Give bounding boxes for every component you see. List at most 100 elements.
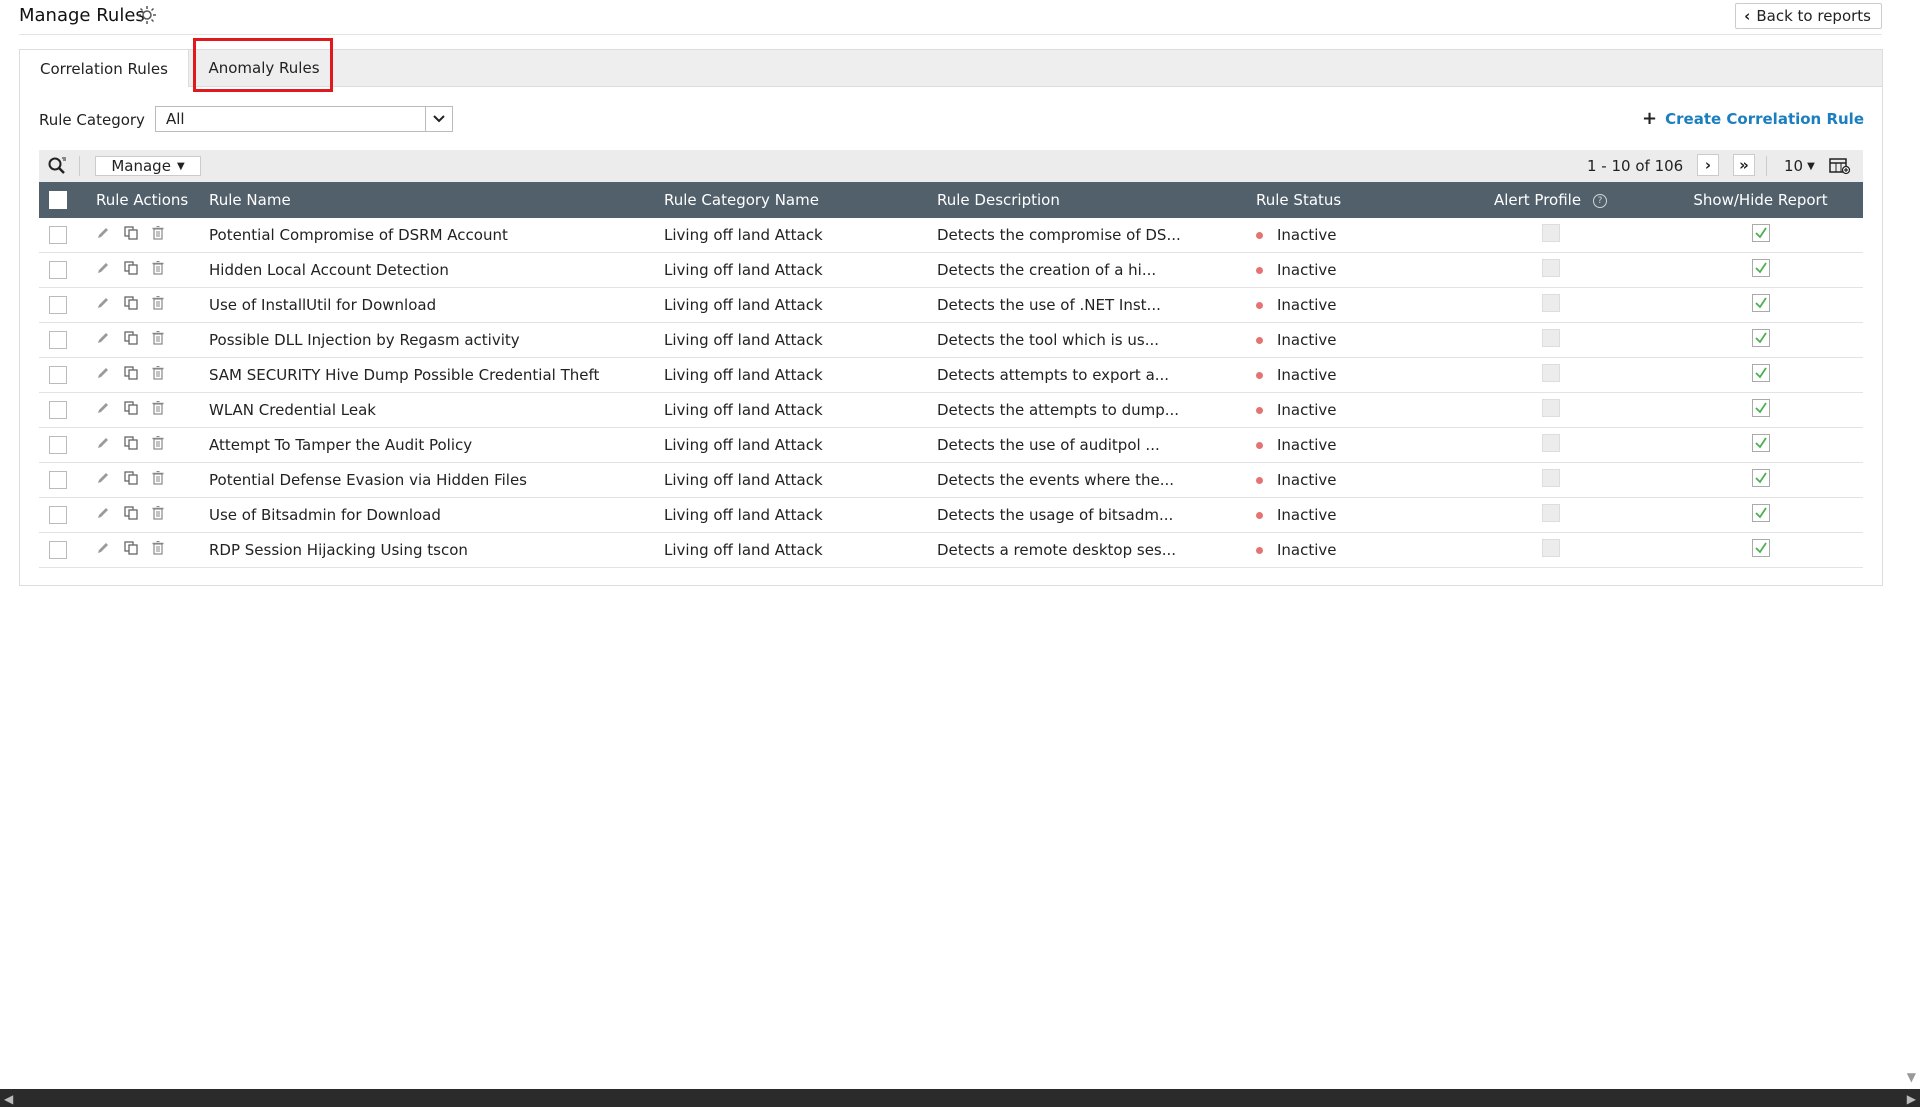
rule-name-cell[interactable]: Use of Bitsadmin for Download (199, 497, 654, 533)
delete-icon[interactable] (152, 401, 164, 415)
copy-icon[interactable] (124, 226, 138, 240)
last-page-button[interactable]: » (1733, 154, 1755, 176)
row-checkbox[interactable] (49, 296, 67, 315)
table-row[interactable]: Possible DLL Injection by Regasm activit… (39, 322, 1863, 358)
show-report-checkbox[interactable] (1751, 329, 1770, 347)
row-actions-cell (86, 322, 199, 358)
rule-name-cell[interactable]: Potential Defense Evasion via Hidden Fil… (199, 462, 654, 498)
row-actions-cell (86, 427, 199, 463)
show-report-checkbox[interactable] (1751, 364, 1770, 382)
show-report-checkbox[interactable] (1751, 294, 1770, 312)
show-report-checkbox[interactable] (1751, 399, 1770, 417)
table-row[interactable]: Potential Defense Evasion via Hidden Fil… (39, 462, 1863, 498)
show-report-checkbox[interactable] (1751, 434, 1770, 452)
col-rule-name[interactable]: Rule Name (199, 182, 654, 218)
delete-icon[interactable] (152, 296, 164, 310)
alert-profile-checkbox (1541, 364, 1560, 382)
copy-icon[interactable] (124, 296, 138, 310)
edit-icon[interactable] (96, 331, 110, 345)
edit-icon[interactable] (96, 506, 110, 520)
edit-icon[interactable] (96, 436, 110, 450)
next-page-button[interactable]: › (1697, 154, 1719, 176)
edit-icon[interactable] (96, 471, 110, 485)
table-row[interactable]: Potential Compromise of DSRM Account Livi… (39, 218, 1863, 253)
select-all-checkbox[interactable] (49, 191, 67, 210)
delete-icon[interactable] (152, 366, 164, 380)
delete-icon[interactable] (152, 226, 164, 240)
rule-name-cell[interactable]: Attempt To Tamper the Audit Policy (199, 427, 654, 463)
tab-correlation-rules[interactable]: Correlation Rules (20, 50, 189, 87)
page-size-dropdown[interactable]: 10 ▼ (1784, 157, 1815, 175)
edit-icon[interactable] (96, 366, 110, 380)
rule-name-cell[interactable]: Possible DLL Injection by Regasm activit… (199, 322, 654, 358)
copy-icon[interactable] (124, 401, 138, 415)
scroll-right-arrow-icon[interactable]: ▶ (1907, 1092, 1916, 1106)
row-select-cell (39, 427, 86, 463)
copy-icon[interactable] (124, 541, 138, 555)
col-rule-category[interactable]: Rule Category Name (654, 182, 927, 218)
copy-icon[interactable] (124, 261, 138, 275)
delete-icon[interactable] (152, 436, 164, 450)
rule-name-cell[interactable]: Use of InstallUtil for Download (199, 287, 654, 323)
show-report-checkbox[interactable] (1751, 259, 1770, 277)
edit-icon[interactable] (96, 541, 110, 555)
table-row[interactable]: Use of InstallUtil for Download Living of… (39, 287, 1863, 323)
edit-icon[interactable] (96, 401, 110, 415)
row-checkbox[interactable] (49, 261, 67, 280)
copy-icon[interactable] (124, 366, 138, 380)
rule-name-cell[interactable]: Potential Compromise of DSRM Account (199, 218, 654, 253)
row-checkbox[interactable] (49, 471, 67, 490)
row-checkbox[interactable] (49, 226, 67, 245)
edit-icon[interactable] (96, 226, 110, 240)
rule-category-select[interactable]: All (155, 106, 453, 132)
edit-icon[interactable] (96, 296, 110, 310)
manage-dropdown[interactable]: Manage ▼ (95, 156, 201, 176)
rule-name-cell[interactable]: Hidden Local Account Detection (199, 252, 654, 288)
rule-name-cell[interactable]: SAM SECURITY Hive Dump Possible Credenti… (199, 357, 654, 393)
row-checkbox[interactable] (49, 506, 67, 525)
caret-down-icon: ▼ (176, 160, 185, 172)
row-checkbox[interactable] (49, 436, 67, 455)
rule-name-cell[interactable]: RDP Session Hijacking Using tscon (199, 532, 654, 568)
column-settings-icon[interactable] (1829, 157, 1851, 175)
delete-icon[interactable] (152, 261, 164, 275)
create-correlation-rule-link[interactable]: + Create Correlation Rule (1642, 108, 1864, 129)
status-dot-icon (1256, 337, 1263, 344)
table-row[interactable]: RDP Session Hijacking Using tscon Living … (39, 532, 1863, 568)
show-report-checkbox[interactable] (1751, 504, 1770, 522)
scroll-down-arrow-icon[interactable]: ▼ (1907, 1070, 1916, 1084)
horizontal-scrollbar[interactable]: ◀ ▶ (0, 1089, 1920, 1107)
row-checkbox[interactable] (49, 401, 67, 420)
copy-icon[interactable] (124, 471, 138, 485)
copy-icon[interactable] (124, 506, 138, 520)
delete-icon[interactable] (152, 506, 164, 520)
copy-icon[interactable] (124, 436, 138, 450)
row-checkbox[interactable] (49, 331, 67, 350)
show-report-checkbox[interactable] (1751, 539, 1770, 557)
search-icon[interactable] (47, 156, 67, 176)
show-hide-cell (1648, 218, 1863, 253)
table-row[interactable]: WLAN Credential Leak Living off land Atta… (39, 392, 1863, 428)
show-report-checkbox[interactable] (1751, 224, 1770, 242)
table-row[interactable]: Use of Bitsadmin for Download Living off … (39, 497, 1863, 533)
table-row[interactable]: Hidden Local Account Detection Living off… (39, 252, 1863, 288)
table-row[interactable]: Attempt To Tamper the Audit Policy Living… (39, 427, 1863, 463)
tab-anomaly-rules[interactable]: Anomaly Rules (195, 50, 333, 86)
delete-icon[interactable] (152, 471, 164, 485)
row-checkbox[interactable] (49, 366, 67, 385)
help-icon[interactable]: ? (1593, 193, 1608, 208)
show-report-checkbox[interactable] (1751, 469, 1770, 487)
table-row[interactable]: SAM SECURITY Hive Dump Possible Credenti… (39, 357, 1863, 393)
back-to-reports-button[interactable]: ‹ Back to reports (1735, 3, 1882, 29)
rule-status-label: Inactive (1277, 506, 1337, 524)
col-rule-description[interactable]: Rule Description (927, 182, 1246, 218)
scroll-left-arrow-icon[interactable]: ◀ (4, 1092, 13, 1106)
edit-icon[interactable] (96, 261, 110, 275)
col-rule-status[interactable]: Rule Status (1246, 182, 1443, 218)
row-checkbox[interactable] (49, 541, 67, 560)
lightbulb-icon[interactable] (137, 5, 157, 25)
delete-icon[interactable] (152, 331, 164, 345)
copy-icon[interactable] (124, 331, 138, 345)
delete-icon[interactable] (152, 541, 164, 555)
rule-name-cell[interactable]: WLAN Credential Leak (199, 392, 654, 428)
